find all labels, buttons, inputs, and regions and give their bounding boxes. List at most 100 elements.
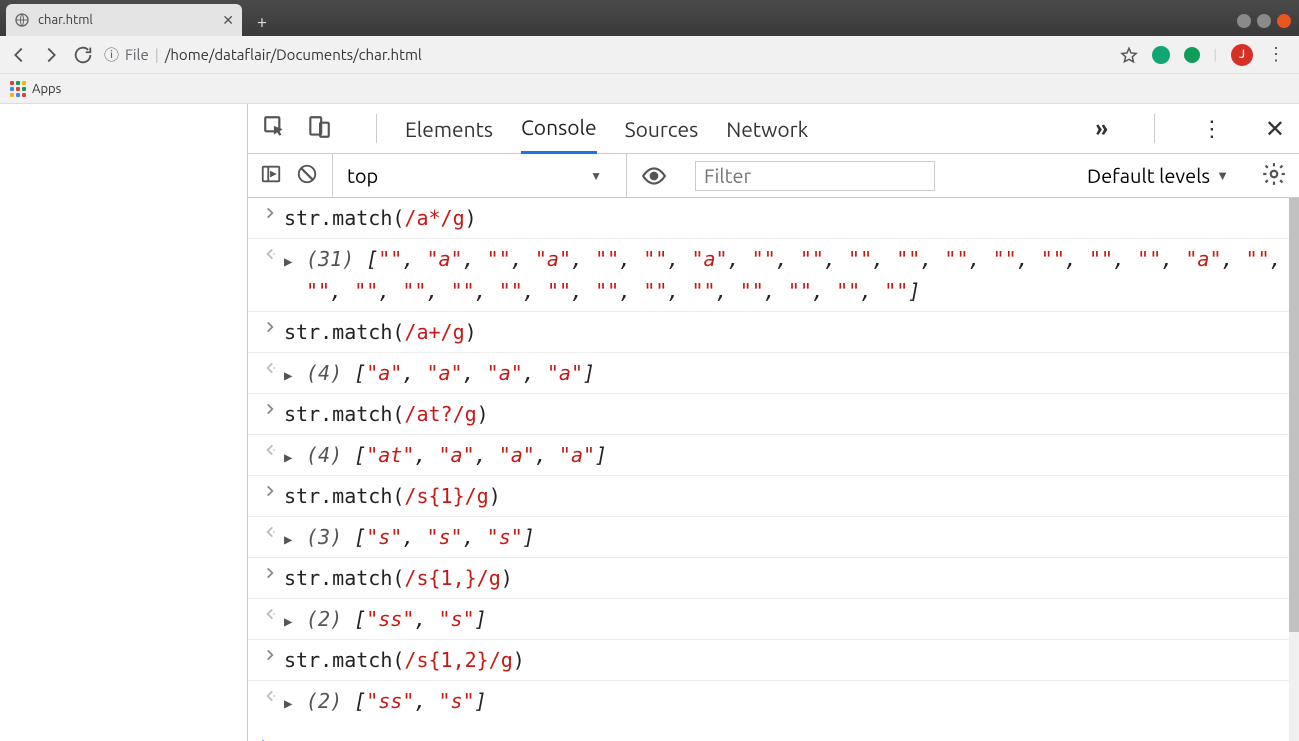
console-output-row[interactable]: ▶(2) ["ss", "s"] (248, 680, 1299, 721)
console-output-row[interactable]: ▶(4) ["a", "a", "a", "a"] (248, 352, 1299, 393)
filter-input[interactable] (695, 161, 935, 191)
maximize-icon[interactable] (1257, 14, 1271, 28)
expand-triangle-icon[interactable]: ▶ (284, 603, 304, 633)
extension-icon-grammarly[interactable] (1152, 46, 1170, 64)
expand-triangle-icon[interactable]: ▶ (284, 521, 304, 551)
input-caret-icon (256, 480, 284, 498)
console-expression: str.match(/a+/g) (284, 316, 477, 348)
live-expression-icon[interactable] (626, 154, 681, 197)
rendered-page (0, 104, 248, 741)
expand-triangle-icon[interactable]: ▶ (284, 685, 304, 715)
devtools-menu-icon[interactable]: ⋮ (1201, 116, 1223, 142)
input-caret-icon (256, 316, 284, 334)
chevron-down-icon: ▼ (1216, 168, 1229, 183)
output-caret-icon (256, 603, 284, 621)
tab-network[interactable]: Network (726, 104, 808, 154)
console-result: (2) ["ss", "s"] (306, 685, 487, 717)
avatar-initial: J (1239, 48, 1245, 61)
console-result: (4) ["a", "a", "a", "a"] (306, 357, 595, 389)
minimize-icon[interactable] (1237, 14, 1251, 28)
browser-menu-icon[interactable]: ⋮ (1267, 46, 1285, 64)
output-caret-icon (256, 439, 284, 457)
extension-icon-green[interactable] (1184, 47, 1200, 63)
console-toolbar: top ▼ Default levels ▼ (248, 154, 1299, 198)
devtools-close-icon[interactable]: ✕ (1265, 115, 1285, 143)
input-caret-icon (256, 202, 284, 220)
console-prompt[interactable]: › (248, 721, 1299, 741)
toggle-device-icon[interactable] (306, 114, 332, 144)
console-sidebar-toggle-icon[interactable] (260, 163, 282, 189)
tab-title: char.html (38, 13, 214, 27)
apps-label[interactable]: Apps (32, 82, 61, 96)
console-result: (4) ["at", "a", "a", "a"] (306, 439, 607, 471)
output-caret-icon (256, 685, 284, 703)
window-titlebar: char.html ✕ + (0, 0, 1299, 36)
clear-console-icon[interactable] (296, 163, 318, 189)
close-window-icon[interactable] (1277, 14, 1291, 28)
console-output-row[interactable]: ▶(2) ["ss", "s"] (248, 598, 1299, 639)
context-selector[interactable]: top ▼ (332, 154, 612, 197)
console-result: (2) ["ss", "s"] (306, 603, 487, 635)
forward-button[interactable] (40, 44, 62, 66)
apps-icon[interactable] (10, 81, 26, 97)
address-bar: ⓘ File | /home/dataflair/Documents/char.… (0, 36, 1299, 74)
console-output-row[interactable]: ▶(4) ["at", "a", "a", "a"] (248, 434, 1299, 475)
output-caret-icon (256, 521, 284, 539)
console-expression: str.match(/a*/g) (284, 202, 477, 234)
chevron-down-icon: ▼ (590, 169, 602, 183)
scrollbar-thumb[interactable] (1289, 198, 1299, 632)
console-input-row[interactable]: str.match(/a*/g) (248, 198, 1299, 238)
content-area: Elements Console Sources Network » ⋮ ✕ t… (0, 104, 1299, 741)
reload-button[interactable] (72, 44, 94, 66)
console-input-row[interactable]: str.match(/s{1,}/g) (248, 557, 1299, 598)
expand-triangle-icon[interactable]: ▶ (284, 357, 304, 387)
url-path: /home/dataflair/Documents/char.html (165, 46, 422, 63)
console-output-row[interactable]: ▶(31) ["", "a", "", "a", "", "", "a", ""… (248, 238, 1299, 311)
input-caret-icon (256, 398, 284, 416)
new-tab-button[interactable]: + (248, 8, 276, 36)
expand-triangle-icon[interactable]: ▶ (284, 439, 304, 469)
url-input[interactable]: ⓘ File | /home/dataflair/Documents/char.… (104, 44, 1110, 65)
console-result: (31) ["", "a", "", "a", "", "", "a", "",… (306, 243, 1289, 307)
bookmark-star-icon[interactable] (1120, 46, 1138, 64)
url-separator: | (155, 46, 159, 63)
tab-elements[interactable]: Elements (405, 104, 493, 154)
console-expression: str.match(/s{1}/g) (284, 480, 501, 512)
console-input-row[interactable]: str.match(/at?/g) (248, 393, 1299, 434)
expand-triangle-icon[interactable]: ▶ (284, 243, 304, 273)
console-expression: str.match(/at?/g) (284, 398, 489, 430)
console-output-row[interactable]: ▶(3) ["s", "s", "s"] (248, 516, 1299, 557)
inspect-element-icon[interactable] (262, 114, 288, 144)
window-controls (1237, 14, 1299, 36)
context-label: top (347, 164, 378, 187)
levels-label: Default levels (1087, 164, 1210, 187)
log-levels-selector[interactable]: Default levels ▼ (1087, 164, 1229, 187)
devtools-panel: Elements Console Sources Network » ⋮ ✕ t… (248, 104, 1299, 741)
scrollbar[interactable] (1289, 198, 1299, 741)
profile-avatar[interactable]: J (1231, 44, 1253, 66)
prompt-caret-icon: › (258, 732, 271, 741)
console-settings-icon[interactable] (1261, 161, 1287, 191)
bookmarks-bar: Apps (0, 74, 1299, 104)
tab-overflow-icon[interactable]: » (1095, 116, 1107, 141)
devtools-tabbar: Elements Console Sources Network » ⋮ ✕ (248, 104, 1299, 154)
console-expression: str.match(/s{1,}/g) (284, 562, 513, 594)
globe-icon (14, 12, 30, 28)
back-button[interactable] (8, 44, 30, 66)
url-scheme-label: File (125, 46, 149, 63)
browser-tab[interactable]: char.html ✕ (6, 4, 242, 36)
site-info-icon[interactable]: ⓘ (104, 44, 119, 65)
console-input-row[interactable]: str.match(/a+/g) (248, 311, 1299, 352)
input-caret-icon (256, 562, 284, 580)
tab-console[interactable]: Console (521, 104, 597, 154)
console-result: (3) ["s", "s", "s"] (306, 521, 535, 553)
close-tab-icon[interactable]: ✕ (222, 12, 234, 29)
tab-sources[interactable]: Sources (625, 104, 699, 154)
output-caret-icon (256, 357, 284, 375)
console-output[interactable]: str.match(/a*/g)▶(31) ["", "a", "", "a",… (248, 198, 1299, 741)
console-expression: str.match(/s{1,2}/g) (284, 644, 525, 676)
console-input-row[interactable]: str.match(/s{1,2}/g) (248, 639, 1299, 680)
console-input-row[interactable]: str.match(/s{1}/g) (248, 475, 1299, 516)
output-caret-icon (256, 243, 284, 261)
input-caret-icon (256, 644, 284, 662)
